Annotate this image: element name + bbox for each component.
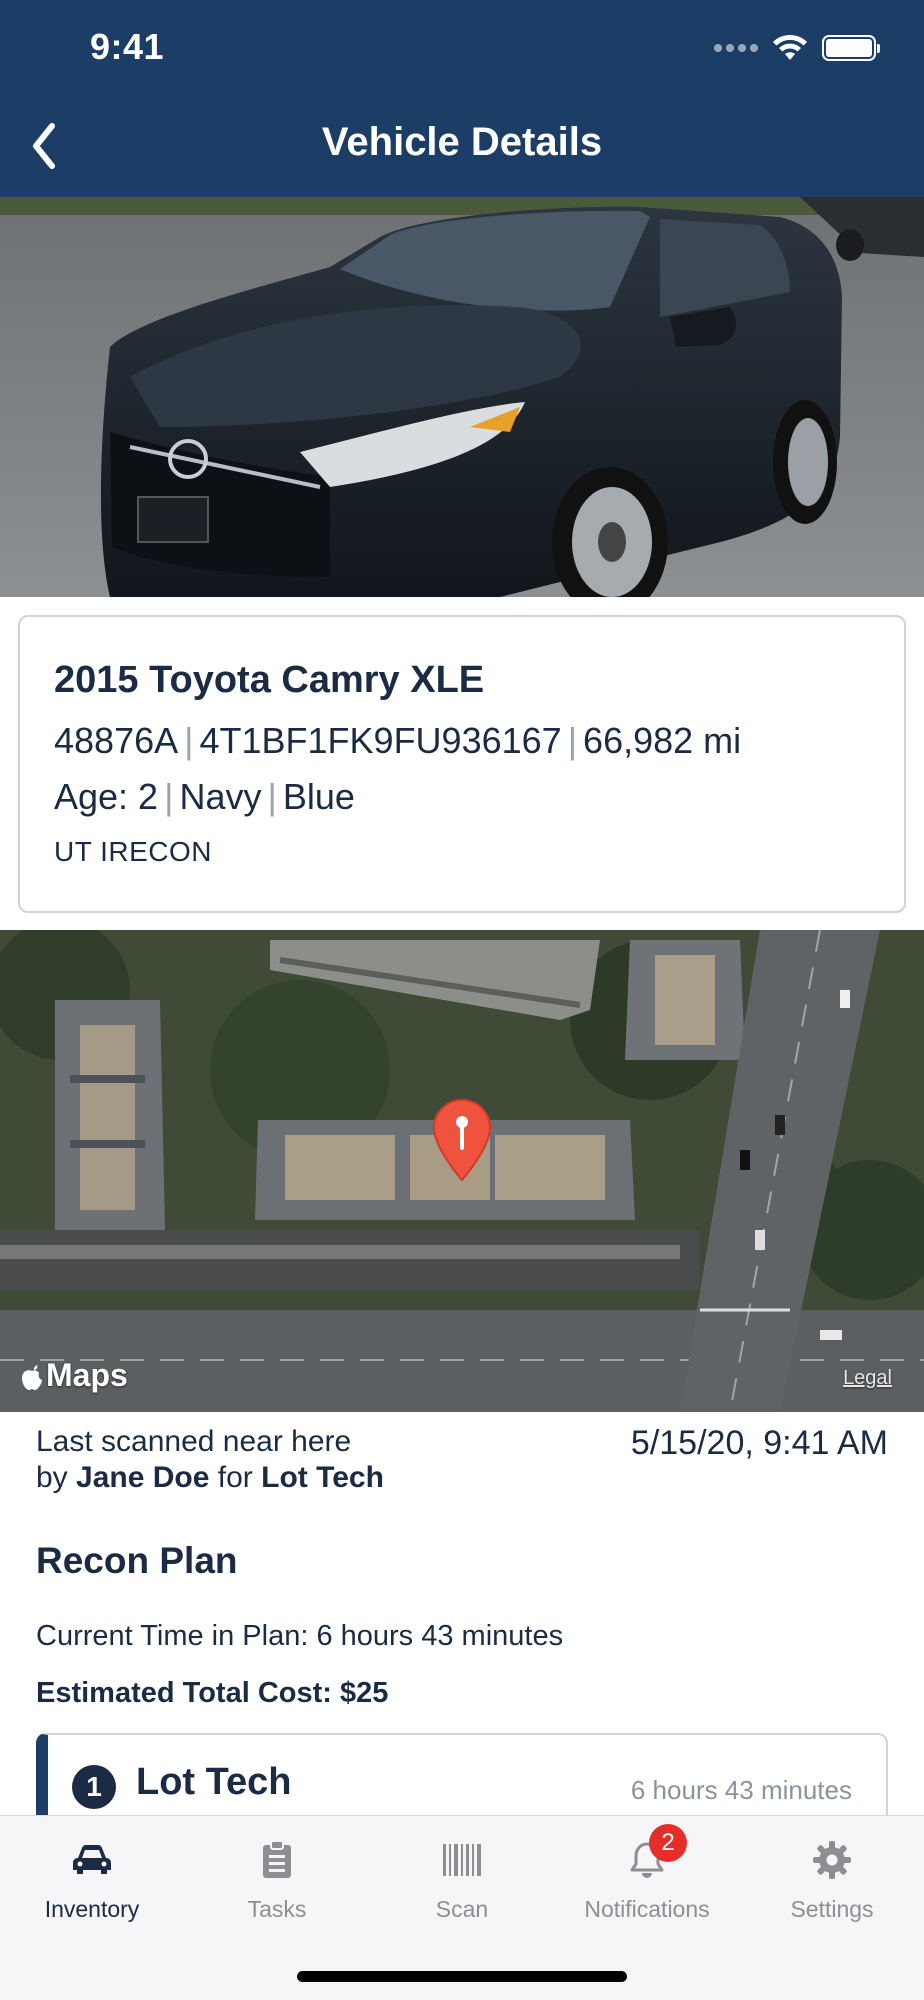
tab-scan[interactable]: Scan — [370, 1816, 554, 1936]
scan-user: Jane Doe — [76, 1461, 210, 1494]
exterior-color: Navy — [179, 776, 262, 817]
location-map[interactable]: Maps Legal — [0, 930, 924, 1412]
apple-logo-icon — [22, 1364, 42, 1390]
tab-settings[interactable]: Settings — [740, 1816, 924, 1936]
signal-icon — [714, 44, 758, 52]
legal-link[interactable]: Legal — [843, 1367, 892, 1390]
interior-color: Blue — [282, 776, 355, 817]
scan-attribution: by Jane Doe for Lot Tech — [36, 1460, 384, 1496]
scan-for: for — [217, 1461, 253, 1494]
status-time: 9:41 — [90, 26, 165, 67]
step-number: 1 — [72, 1765, 116, 1809]
clipboard-icon — [255, 1838, 299, 1882]
vehicle-status: UT IRECON — [54, 836, 212, 867]
navigation-header: 9:41 Vehicle Details — [0, 0, 924, 197]
tab-label: Inventory — [44, 1896, 140, 1922]
separator: | — [184, 720, 194, 761]
home-indicator[interactable] — [297, 1971, 627, 1982]
vin: 4T1BF1FK9FU936167 — [199, 720, 562, 761]
vehicle-identifiers: 48876A | 4T1BF1FK9FU936167 | 66,982 mi — [54, 720, 870, 762]
status-icons — [714, 34, 880, 62]
recon-current-time: Current Time in Plan: 6 hours 43 minutes — [36, 1620, 564, 1652]
tab-label: Scan — [435, 1896, 489, 1922]
tab-label: Tasks — [247, 1896, 307, 1922]
tab-label: Settings — [790, 1896, 874, 1922]
stock-number: 48876A — [54, 720, 179, 761]
car-icon — [70, 1838, 114, 1882]
tab-label: Notifications — [584, 1896, 710, 1922]
vehicle-attributes: Age: 2 | Navy | Blue — [54, 776, 870, 818]
mileage: 66,982 mi — [583, 720, 742, 761]
scan-org: Lot Tech — [261, 1461, 384, 1494]
separator: | — [267, 776, 277, 817]
scan-prefix: Last scanned near here — [36, 1425, 352, 1458]
tab-tasks[interactable]: Tasks — [185, 1816, 369, 1936]
scan-date: 5/15/20, 9:41 AM — [630, 1424, 888, 1462]
battery-icon — [822, 35, 880, 61]
scan-by: by — [36, 1461, 68, 1494]
recon-plan-title: Recon Plan — [36, 1540, 238, 1581]
vehicle-photo[interactable] — [0, 197, 924, 597]
last-scan-info: Last scanned near here by Jane Doe for L… — [36, 1424, 888, 1496]
vehicle-title: 2015 Toyota Camry XLE — [54, 659, 485, 701]
notification-badge: 2 — [649, 1824, 687, 1862]
separator: | — [164, 776, 174, 817]
vehicle-info-card: 2015 Toyota Camry XLE 48876A | 4T1BF1FK9FU… — [18, 615, 906, 913]
tab-bar: Inventory Tasks Scan 2 Notifications Set… — [0, 1815, 924, 2000]
step-name: Lot Tech — [136, 1761, 292, 1803]
tab-notifications[interactable]: 2 Notifications — [555, 1816, 739, 1936]
maps-logo: Maps — [20, 1357, 128, 1394]
tab-inventory[interactable]: Inventory — [0, 1816, 184, 1936]
maps-logo-text: Maps — [46, 1357, 128, 1393]
location-pin-icon[interactable] — [430, 1098, 494, 1182]
page-title: Vehicle Details — [321, 120, 603, 164]
step-time: 6 hours 43 minutes — [630, 1775, 852, 1805]
gear-icon — [810, 1838, 854, 1882]
separator: | — [567, 720, 578, 761]
vehicle-age: Age: 2 — [54, 776, 159, 817]
bell-icon: 2 — [625, 1824, 687, 1882]
scan-description: Last scanned near here by Jane Doe for L… — [36, 1424, 384, 1496]
barcode-icon — [440, 1838, 484, 1882]
wifi-icon — [773, 34, 807, 60]
recon-total-cost: Estimated Total Cost: $25 — [36, 1677, 389, 1709]
